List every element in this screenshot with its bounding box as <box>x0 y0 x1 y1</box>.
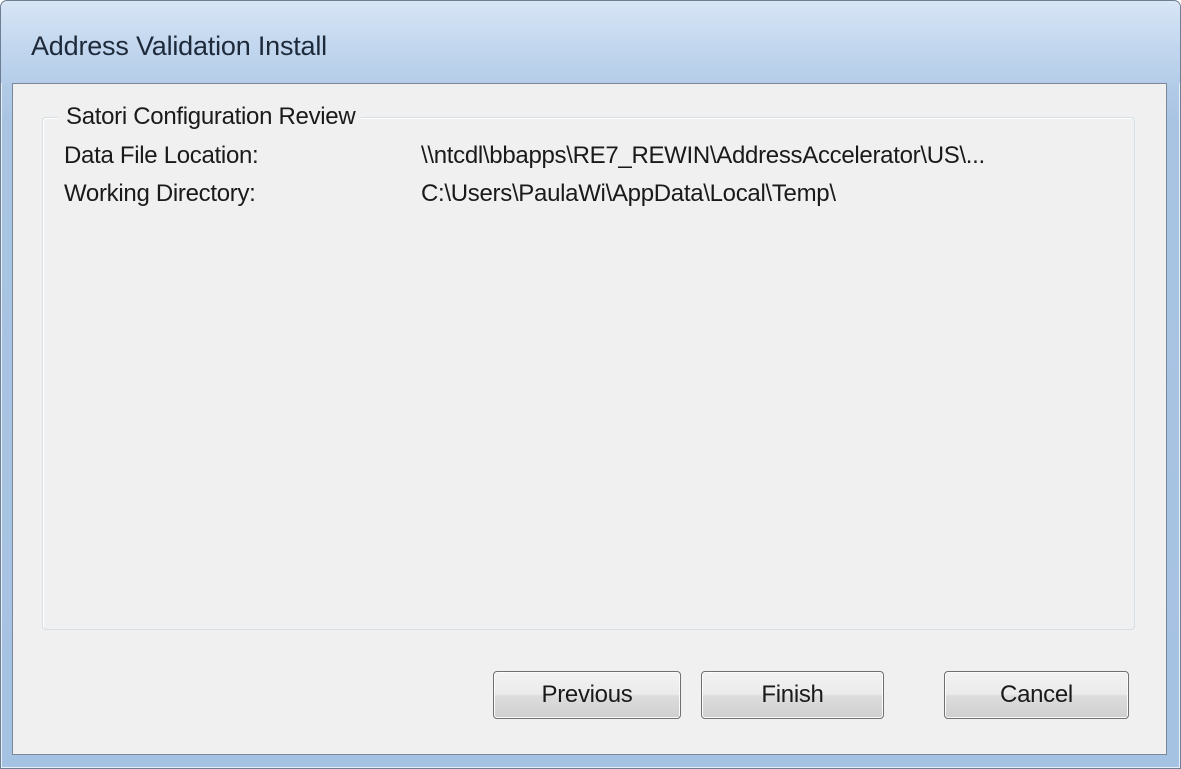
data-file-location-value: \\ntcdl\bbapps\RE7_REWIN\AddressAccelera… <box>421 142 985 169</box>
working-directory-value: C:\Users\PaulaWi\AppData\Local\Temp\ <box>421 180 836 207</box>
data-file-location-row: Data File Location: \\ntcdl\bbapps\RE7_R… <box>64 142 985 170</box>
working-directory-label: Working Directory: <box>64 180 256 207</box>
finish-button[interactable]: Finish <box>701 671 884 719</box>
group-title: Satori Configuration Review <box>58 103 362 131</box>
window-title: Address Validation Install <box>31 31 327 61</box>
previous-button[interactable]: Previous <box>493 671 681 719</box>
installer-window: Address Validation Install Satori Config… <box>0 0 1181 769</box>
title-bar[interactable]: Address Validation Install <box>1 1 1180 83</box>
working-directory-row: Working Directory: C:\Users\PaulaWi\AppD… <box>64 180 836 208</box>
satori-configuration-group: Satori Configuration Review Data File Lo… <box>42 103 1135 630</box>
data-file-location-label: Data File Location: <box>64 142 259 169</box>
dialog-content: Satori Configuration Review Data File Lo… <box>12 83 1167 755</box>
cancel-button[interactable]: Cancel <box>944 671 1129 719</box>
